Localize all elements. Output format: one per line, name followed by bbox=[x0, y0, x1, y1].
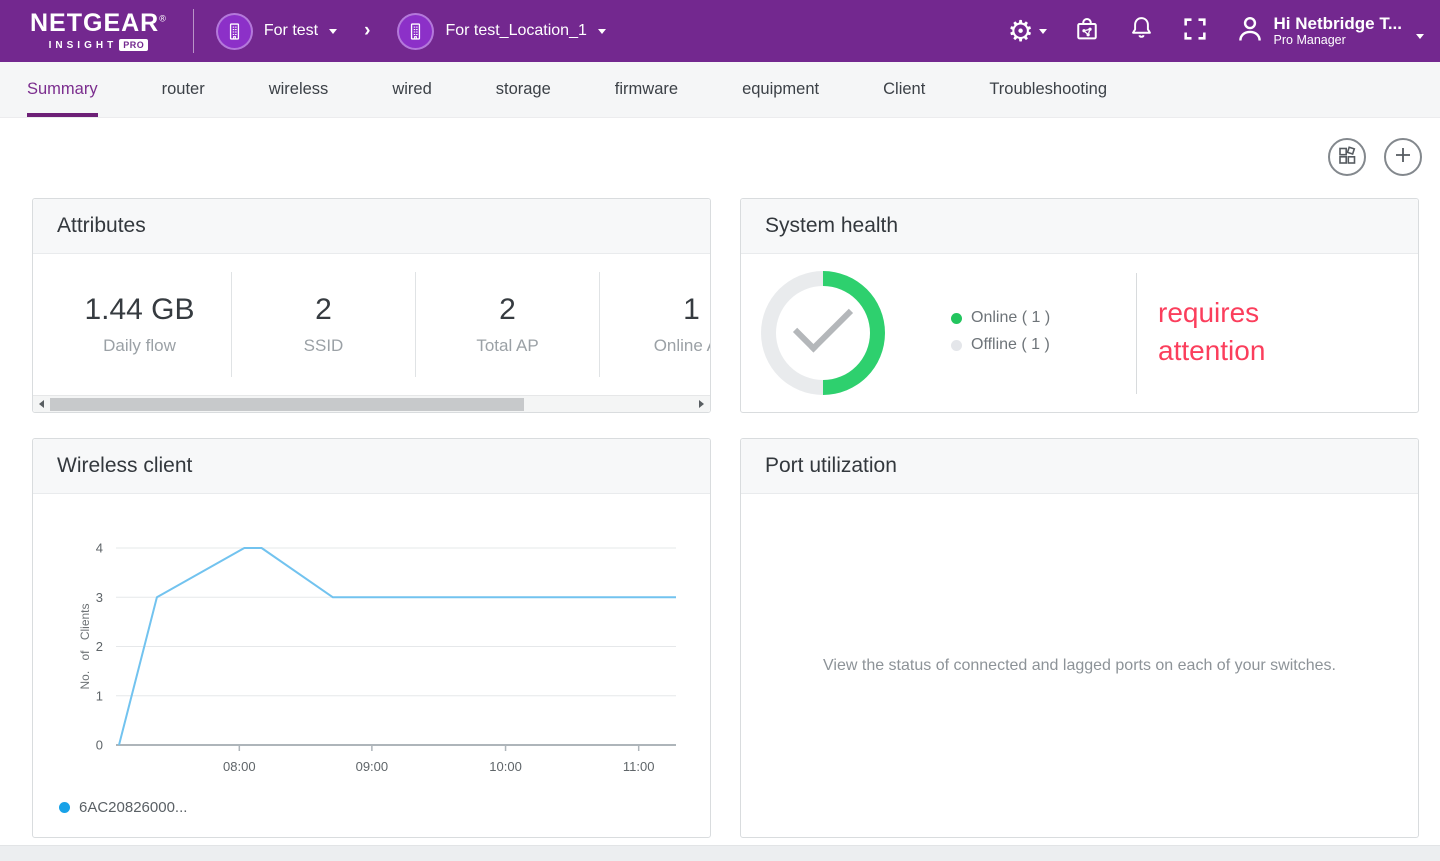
tab-wireless[interactable]: wireless bbox=[269, 62, 329, 117]
port-utilization-message: View the status of connected and lagged … bbox=[823, 657, 1336, 675]
svg-text:08:00: 08:00 bbox=[223, 759, 256, 774]
svg-text:No. of Clients: No. of Clients bbox=[78, 603, 92, 689]
primary-nav-tabs: Summary router wireless wired storage firmwar… bbox=[0, 62, 1440, 118]
location-selector[interactable]: For test_Location_1 bbox=[397, 13, 605, 50]
legend-item: Offline ( 1 ) bbox=[951, 336, 1050, 354]
chart-legend: 6AC20826000... bbox=[59, 799, 187, 816]
fullscreen-button[interactable] bbox=[1181, 15, 1209, 48]
location-name: For test_Location_1 bbox=[445, 22, 586, 40]
health-donut-chart bbox=[761, 271, 885, 395]
fullscreen-icon bbox=[1181, 15, 1209, 48]
tab-router[interactable]: router bbox=[162, 62, 205, 117]
netgear-insight-pro-logo: NETGEAR® INSIGHT PRO bbox=[30, 11, 167, 51]
horizontal-scrollbar[interactable] bbox=[33, 395, 710, 412]
legend-item: Online ( 1 ) bbox=[951, 309, 1050, 327]
chevron-down-icon bbox=[598, 29, 606, 34]
add-widget-button[interactable] bbox=[1384, 138, 1422, 176]
insight-dashboard: NETGEAR® INSIGHT PRO For test › bbox=[0, 0, 1440, 861]
chevron-down-icon bbox=[1039, 29, 1047, 34]
vertical-divider bbox=[1136, 273, 1137, 394]
legend-series-name: 6AC20826000... bbox=[79, 799, 187, 816]
scrollbar-thumb[interactable] bbox=[50, 398, 524, 411]
svg-text:09:00: 09:00 bbox=[356, 759, 389, 774]
plus-icon bbox=[1391, 143, 1415, 172]
wireless-client-card: Wireless client 0 1 2 3 4 08:00 09:00 10:00 11:0… bbox=[32, 438, 711, 838]
checkmark-icon bbox=[793, 292, 853, 352]
page-bottom-scroll-area[interactable] bbox=[0, 845, 1440, 861]
stat-daily-flow: 1.44 GB Daily flow bbox=[48, 293, 231, 356]
tab-client[interactable]: Client bbox=[883, 62, 925, 117]
wireless-clients-chart: 0 1 2 3 4 08:00 09:00 10:00 11:00 No. of Clients bbox=[33, 494, 712, 838]
stat-online-ap: 1 Online AP bbox=[600, 293, 710, 356]
svg-text:1: 1 bbox=[96, 688, 103, 703]
user-role: Pro Manager bbox=[1274, 33, 1402, 48]
system-health-card: System health Online ( 1 )Offline ( 1 ) … bbox=[740, 198, 1419, 413]
stat-value: 1 bbox=[600, 293, 710, 327]
port-utilization-card-title: Port utilization bbox=[741, 439, 1418, 494]
scroll-right-arrow[interactable] bbox=[693, 396, 710, 412]
wireless-client-card-title: Wireless client bbox=[33, 439, 710, 494]
tab-firmware[interactable]: firmware bbox=[615, 62, 678, 117]
registered-mark: ® bbox=[159, 14, 167, 24]
widgets-icon bbox=[1335, 143, 1359, 172]
attributes-card-title: Attributes bbox=[33, 199, 710, 254]
svg-text:0: 0 bbox=[96, 738, 103, 753]
stat-label: Online AP bbox=[600, 336, 710, 356]
gear-icon: ⚙ bbox=[1008, 17, 1034, 46]
svg-text:4: 4 bbox=[96, 541, 103, 556]
tab-wired[interactable]: wired bbox=[392, 62, 431, 117]
port-utilization-card: Port utilization View the status of conn… bbox=[740, 438, 1419, 838]
user-menu[interactable]: Hi Netbridge T... Pro Manager bbox=[1234, 13, 1424, 50]
tab-summary[interactable]: Summary bbox=[27, 62, 98, 117]
stat-ssid: 2 SSID bbox=[232, 293, 415, 356]
tab-equipment[interactable]: equipment bbox=[742, 62, 819, 117]
breadcrumb-separator: › bbox=[364, 20, 370, 42]
health-legend: Online ( 1 ) Offline ( 1 ) bbox=[951, 309, 1050, 354]
app-header: NETGEAR® INSIGHT PRO For test › bbox=[0, 0, 1440, 62]
header-divider bbox=[193, 9, 194, 53]
organization-selector[interactable]: For test bbox=[216, 13, 337, 50]
netgear-wordmark: NETGEAR® bbox=[30, 11, 167, 36]
svg-text:3: 3 bbox=[96, 590, 103, 605]
stat-value: 2 bbox=[232, 293, 415, 327]
svg-text:11:00: 11:00 bbox=[623, 759, 655, 774]
attributes-card: Attributes 1.44 GBDaily flow2SSID2Total … bbox=[32, 198, 711, 413]
user-greeting: Hi Netbridge T... bbox=[1274, 14, 1402, 34]
scroll-left-arrow[interactable] bbox=[33, 396, 50, 412]
dashboard-main: Attributes 1.44 GBDaily flow2SSID2Total … bbox=[0, 118, 1440, 845]
stat-value: 2 bbox=[416, 293, 599, 327]
legend-dot-icon bbox=[951, 313, 962, 324]
store-button[interactable] bbox=[1072, 14, 1102, 49]
settings-menu-button[interactable]: ⚙ bbox=[1008, 17, 1047, 46]
user-avatar-icon bbox=[1234, 13, 1266, 50]
system-health-card-title: System health bbox=[741, 199, 1418, 254]
legend-label: Online ( 1 ) bbox=[971, 309, 1050, 327]
legend-dot-icon bbox=[59, 802, 70, 813]
chevron-down-icon bbox=[329, 29, 337, 34]
stat-label: Total AP bbox=[416, 336, 599, 356]
attributes-stats: 1.44 GBDaily flow2SSID2Total AP1Online A… bbox=[33, 254, 710, 395]
building-icon bbox=[397, 13, 434, 50]
pro-badge: PRO bbox=[119, 39, 148, 51]
insight-wordmark: INSIGHT bbox=[49, 40, 118, 51]
organization-name: For test bbox=[264, 22, 318, 40]
chevron-down-icon bbox=[1416, 34, 1424, 39]
store-bag-icon bbox=[1072, 14, 1102, 49]
stat-label: Daily flow bbox=[48, 336, 231, 356]
building-icon bbox=[216, 13, 253, 50]
notifications-button[interactable] bbox=[1127, 14, 1156, 48]
legend-dot-icon bbox=[951, 340, 962, 351]
bell-icon bbox=[1127, 14, 1156, 48]
svg-text:10:00: 10:00 bbox=[489, 759, 522, 774]
stat-total-ap: 2 Total AP bbox=[416, 293, 599, 356]
requires-attention-text[interactable]: requires attention bbox=[1158, 294, 1338, 370]
stat-value: 1.44 GB bbox=[48, 293, 231, 327]
svg-text:2: 2 bbox=[96, 639, 103, 654]
legend-label: Offline ( 1 ) bbox=[971, 336, 1050, 354]
widgets-button[interactable] bbox=[1328, 138, 1366, 176]
stat-label: SSID bbox=[232, 336, 415, 356]
tab-storage[interactable]: storage bbox=[496, 62, 551, 117]
tab-troubleshooting[interactable]: Troubleshooting bbox=[989, 62, 1107, 117]
